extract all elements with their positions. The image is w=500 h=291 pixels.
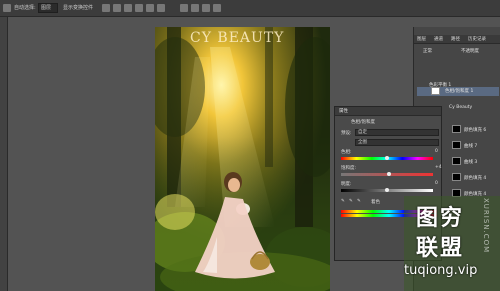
saturation-slider[interactable] [341,172,433,176]
layer-thumb [452,125,461,133]
layer-thumb [452,141,461,149]
3d-mode-icon[interactable] [180,4,188,12]
layer-name[interactable]: 曲线 3 [464,159,477,165]
move-icon[interactable] [3,4,11,12]
options-bar: 自动选择: 图层 显示变换控件 [0,0,500,17]
layer-thumb [452,173,461,181]
tool-panel [0,17,8,291]
document-canvas[interactable] [155,27,330,291]
panel-label: 色相/饱和度 [351,120,376,125]
blend-mode-row: 正常 不透明度 [417,47,499,56]
distribute-icon[interactable] [157,4,165,12]
distribute-icon[interactable] [146,4,154,12]
blend-mode-dropdown[interactable]: 正常 [423,47,432,56]
properties-title: 属性 [335,107,441,116]
preset-dropdown[interactable]: 自定 [355,129,439,136]
watermark-logo: 图穷 联盟 tuqiong.vip XURISN.COM [404,196,500,291]
3d-mode-icon[interactable] [213,4,221,12]
layer-name: Cy Beauty [449,105,473,110]
3d-mode-icon[interactable] [202,4,210,12]
layer-name[interactable]: 颜色填充 6 [464,127,486,133]
3d-mode-icon[interactable] [191,4,199,12]
tab-history[interactable]: 历史记录 [468,36,486,42]
distribute-icon[interactable] [113,4,121,12]
watermark-url: tuqiong.vip [404,263,478,278]
align-icon[interactable] [135,4,143,12]
saturation-slider-knob[interactable] [386,172,391,176]
saturation-label: 饱和度: [341,166,357,171]
hue-slider-knob[interactable] [385,156,389,160]
layer-row-selected[interactable]: 色相/饱和度 1 [417,87,499,96]
channel-dropdown[interactable]: 全图 [355,139,439,146]
layers-tab-row: 图层 通道 路径 历史记录 [414,35,500,44]
layer-name: 色相/饱和度 1 [445,89,474,94]
lightness-label: 明度: [341,182,352,187]
layer-name[interactable]: 颜色填充 4 [464,175,486,181]
watermark-line2: 联盟 [416,236,465,261]
align-icon[interactable] [124,4,132,12]
align-icon[interactable] [102,4,110,12]
auto-select-dropdown[interactable]: 图层 [38,3,58,13]
watermark-line1: 图穷 [416,206,465,231]
tab-paths[interactable]: 路径 [451,36,460,42]
opacity-label[interactable]: 不透明度 [461,47,479,56]
colorize-checkbox[interactable]: 着色 [371,199,380,205]
auto-select-label: 自动选择: [14,5,36,11]
hue-label: 色相: [341,150,352,155]
saturation-value[interactable]: +4 [435,165,442,170]
show-transform-label[interactable]: 显示变换控件 [63,4,93,11]
eyedropper-minus-icon[interactable]: ✎ [357,199,361,204]
photo-artwork [155,27,330,291]
tab-layers[interactable]: 图层 [417,36,426,42]
eyedropper-plus-icon[interactable]: ✎ [349,199,353,204]
watermark-vertical: XURISN.COM [482,198,490,254]
hue-value[interactable]: 0 [435,149,438,154]
layer-name[interactable]: 曲线 7 [464,143,477,149]
lightness-slider[interactable] [341,188,433,192]
hue-slider[interactable] [341,156,433,160]
lightness-slider-knob[interactable] [385,188,389,192]
layer-mask-thumb [431,87,440,95]
lightness-value[interactable]: 0 [435,181,438,186]
layer-thumb [452,157,461,165]
tab-channels[interactable]: 通道 [434,36,443,42]
overlay-title: CY BEAUTY [190,30,285,46]
preset-label: 预设: [341,131,352,136]
photoshop-window: 自动选择: 图层 显示变换控件 CY BEAUTY 图层 通道 路径 历史记录 … [0,0,500,291]
eyedropper-icon[interactable]: ✎ [341,199,345,204]
